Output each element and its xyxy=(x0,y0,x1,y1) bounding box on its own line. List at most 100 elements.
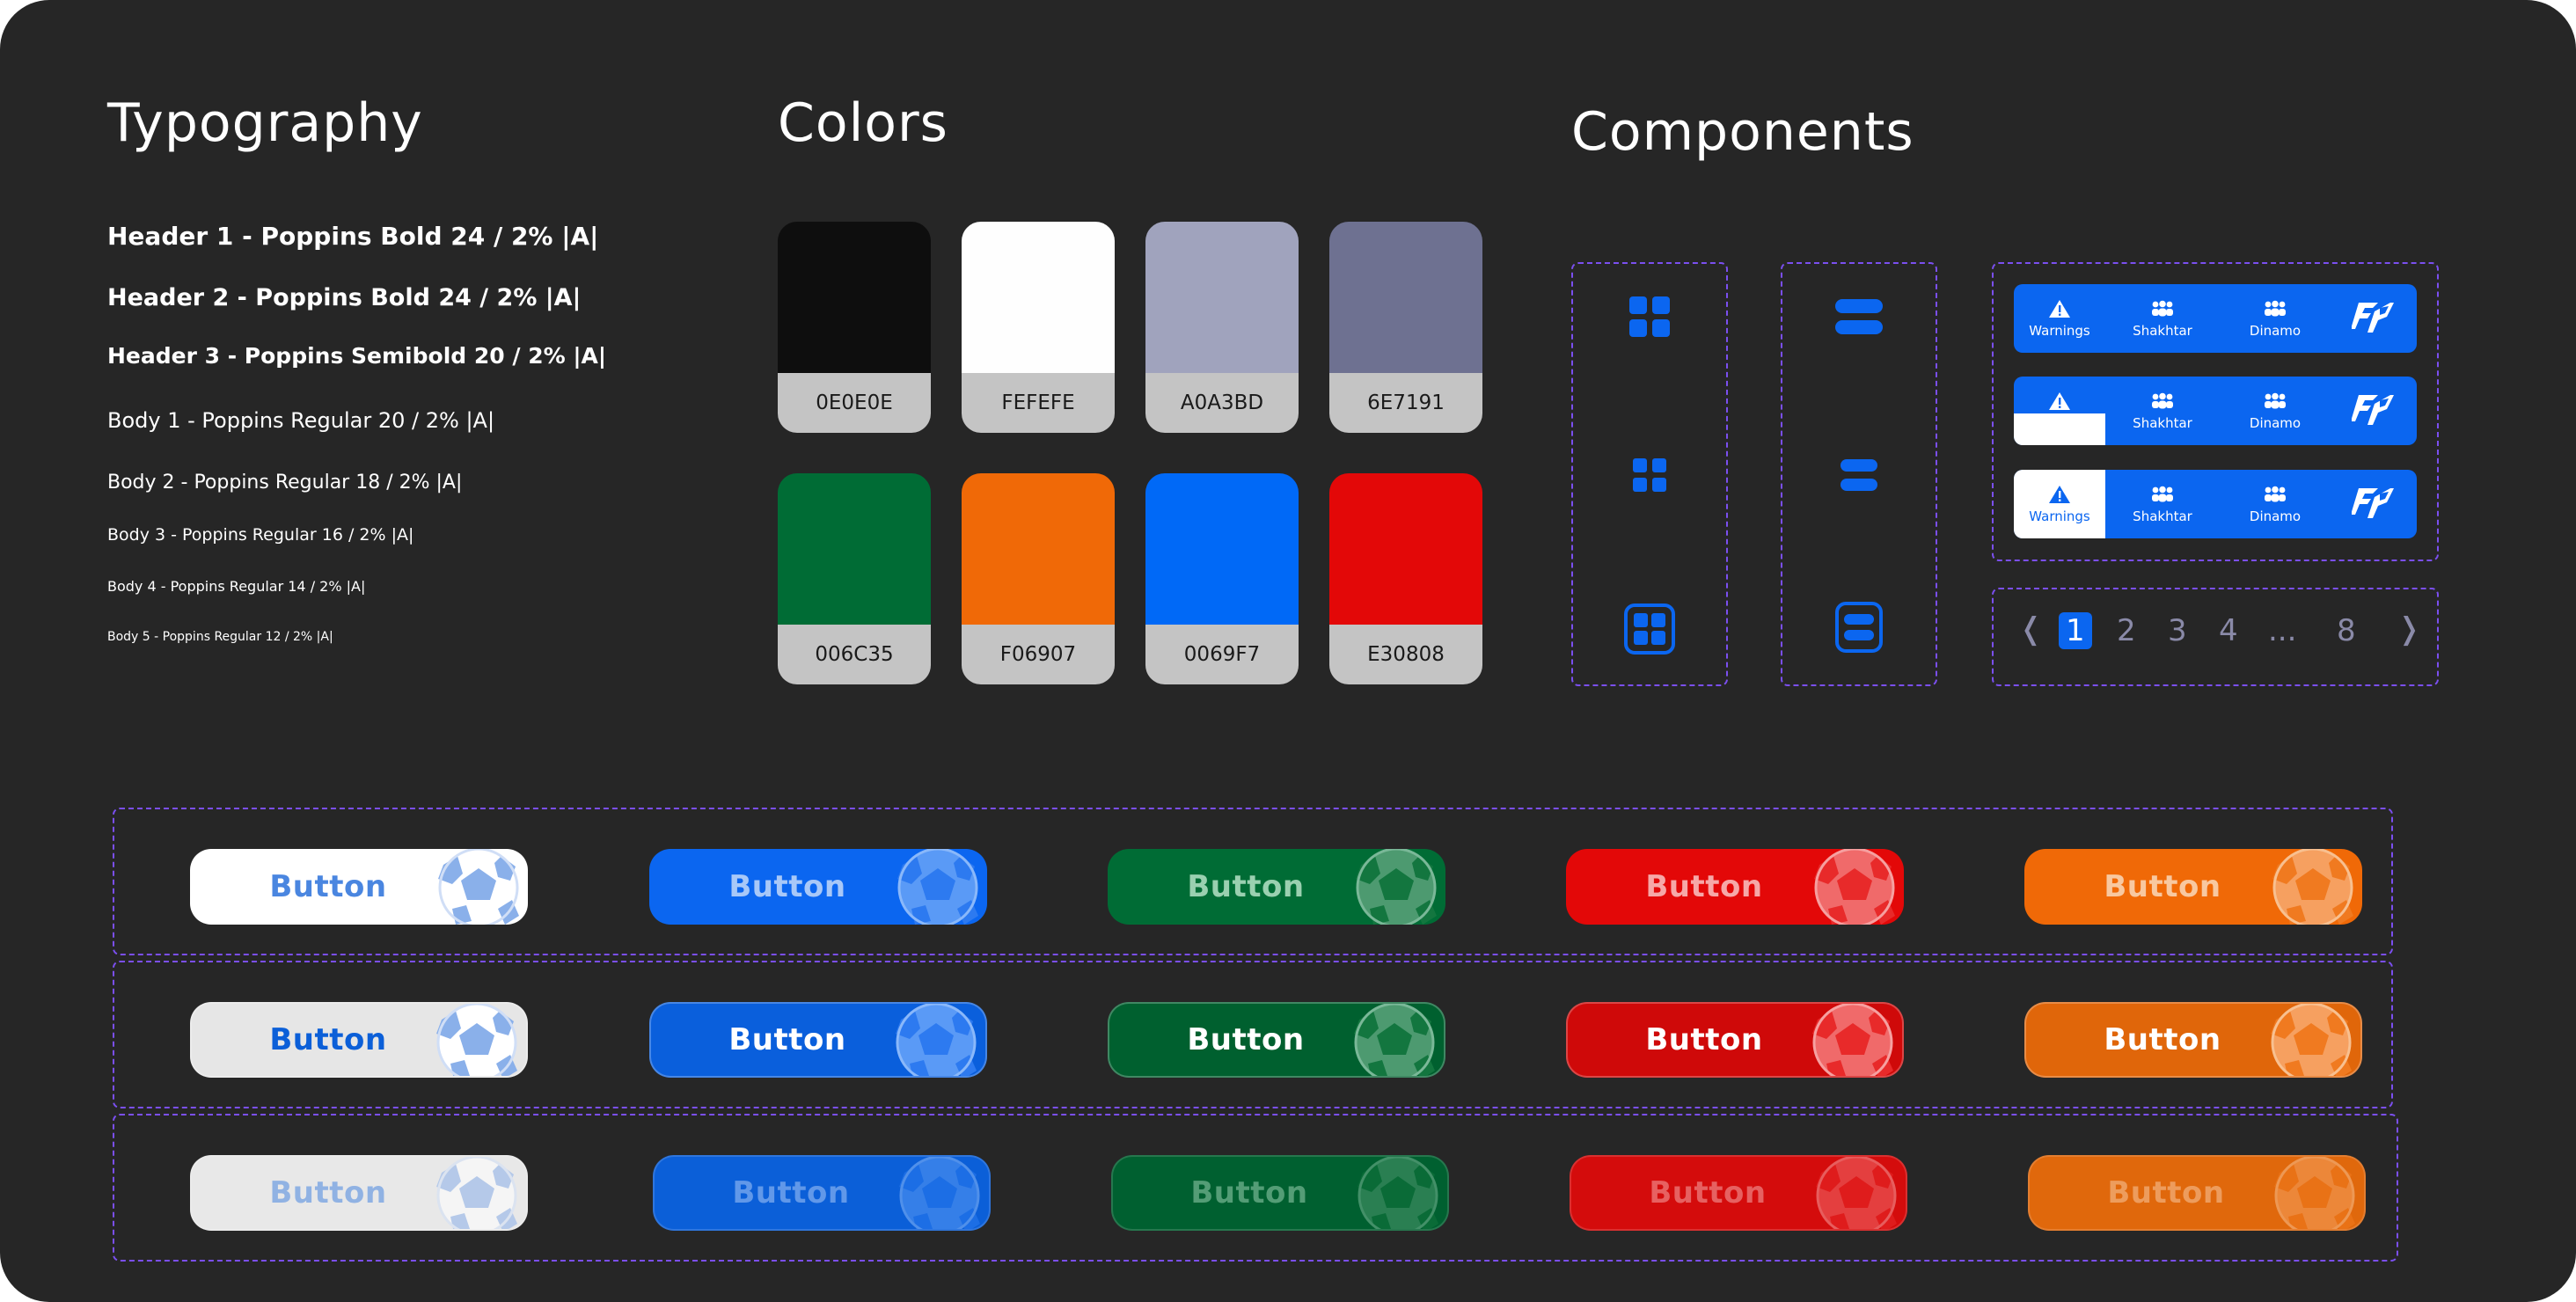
tab-item[interactable]: Shakhtar xyxy=(2105,284,2220,353)
typography-sample: Body 1 - Poppins Regular 20 / 2% |A| xyxy=(107,408,495,433)
tab-item[interactable]: Dinamo xyxy=(2220,470,2331,538)
button-orange-default[interactable]: Button xyxy=(2024,849,2362,925)
color-swatch-fill xyxy=(962,473,1115,625)
grid-icon-active[interactable] xyxy=(1573,598,1726,660)
tab-item[interactable]: Warnings xyxy=(2014,470,2105,538)
color-swatch-label: 0E0E0E xyxy=(778,373,931,433)
grid-icon[interactable] xyxy=(1573,290,1726,343)
tab-label: Dinamo xyxy=(2249,323,2302,339)
fp-logo-icon[interactable] xyxy=(2331,377,2417,445)
tab-item[interactable]: Shakhtar xyxy=(2105,377,2220,445)
tab-label: Shakhtar xyxy=(2133,323,2192,339)
fp-logo-icon[interactable] xyxy=(2331,284,2417,353)
button-label: Button xyxy=(1187,1022,1305,1057)
typography-sample: Body 5 - Poppins Regular 12 / 2% |A| xyxy=(107,630,333,644)
color-swatch-fill xyxy=(1145,473,1299,625)
design-system-board: Typography Colors Components Header 1 - … xyxy=(0,0,2576,1302)
tab-item[interactable]: Dinamo xyxy=(2220,377,2331,445)
pagination: ❬ 1 2 3 4... 8 ❭ xyxy=(1992,588,2439,686)
tab-item[interactable]: Dinamo xyxy=(2220,284,2331,353)
color-swatch: 006C35 xyxy=(778,473,931,684)
button-label: Button xyxy=(1645,869,1763,904)
color-swatch: F06907 xyxy=(962,473,1115,684)
button-label: Button xyxy=(269,1022,387,1057)
color-swatch-fill xyxy=(962,222,1115,373)
typography-heading: Typography xyxy=(107,92,423,154)
button-label: Button xyxy=(1190,1175,1308,1211)
color-swatch-label: 6E7191 xyxy=(1329,373,1482,433)
color-swatch-fill xyxy=(778,473,931,625)
button-label: Button xyxy=(1187,869,1305,904)
team-icon xyxy=(2262,391,2288,412)
button-red-hover[interactable]: Button xyxy=(1566,1002,1904,1078)
pagination-ellipsis: ... xyxy=(2268,613,2297,648)
button-label: Button xyxy=(1649,1175,1767,1211)
grid-icon-small[interactable] xyxy=(1573,449,1726,501)
tab-label: Warnings xyxy=(2029,508,2090,524)
button-blue-disabled[interactable]: Button xyxy=(653,1155,991,1231)
tab-label: Warnings xyxy=(2029,323,2090,339)
button-label: Button xyxy=(269,869,387,904)
tab-item[interactable] xyxy=(2014,377,2105,445)
tab-item[interactable]: Shakhtar xyxy=(2105,470,2220,538)
button-label: Button xyxy=(1645,1022,1763,1057)
tab-label: Shakhtar xyxy=(2133,415,2192,431)
button-red-default[interactable]: Button xyxy=(1566,849,1904,925)
color-swatch: 0069F7 xyxy=(1145,473,1299,684)
typography-sample: Body 2 - Poppins Regular 18 / 2% |A| xyxy=(107,472,463,494)
button-label: Button xyxy=(2107,1175,2225,1211)
warning-icon xyxy=(2048,391,2071,412)
button-white-disabled[interactable]: Button xyxy=(190,1155,528,1231)
page-number-button[interactable]: 8 xyxy=(2337,616,2356,646)
button-label: Button xyxy=(269,1175,387,1211)
typography-sample: Body 3 - Poppins Regular 16 / 2% |A| xyxy=(107,525,414,545)
list-icon-small[interactable] xyxy=(1782,449,1936,501)
color-swatch: FEFEFE xyxy=(962,222,1115,433)
color-swatch-fill xyxy=(1329,222,1482,373)
button-white-hover[interactable]: Button xyxy=(190,1002,528,1078)
color-swatch-label: 006C35 xyxy=(778,625,931,684)
button-blue-hover[interactable]: Button xyxy=(649,1002,987,1078)
tab-label: Dinamo xyxy=(2249,508,2302,524)
color-swatch-label: FEFEFE xyxy=(962,373,1115,433)
page-number-button[interactable]: 4 xyxy=(2219,616,2238,646)
typography-sample: Header 3 - Poppins Semibold 20 / 2% |A| xyxy=(107,343,606,369)
page-number-button[interactable]: 1 xyxy=(2059,612,2092,649)
list-icon-states xyxy=(1781,262,1937,686)
typography-sample: Header 2 - Poppins Bold 24 / 2% |A| xyxy=(107,284,582,311)
next-page-button[interactable]: ❭ xyxy=(2397,614,2422,644)
team-icon xyxy=(2149,298,2176,319)
color-swatch-label: E30808 xyxy=(1329,625,1482,684)
list-icon-active[interactable] xyxy=(1782,596,1936,658)
button-green-disabled[interactable]: Button xyxy=(1111,1155,1449,1231)
color-swatch: A0A3BD xyxy=(1145,222,1299,433)
button-orange-disabled[interactable]: Button xyxy=(2028,1155,2366,1231)
typography-sample: Body 4 - Poppins Regular 14 / 2% |A| xyxy=(107,578,366,595)
page-number-button[interactable]: 2 xyxy=(2117,616,2136,646)
fp-logo-icon[interactable] xyxy=(2331,470,2417,538)
typography-sample: Header 1 - Poppins Bold 24 / 2% |A| xyxy=(107,222,599,251)
button-label: Button xyxy=(2104,1022,2221,1057)
tabbar-selected: Warnings Shakhtar Dinamo xyxy=(2014,470,2417,538)
button-red-disabled[interactable]: Button xyxy=(1570,1155,1907,1231)
button-orange-hover[interactable]: Button xyxy=(2024,1002,2362,1078)
color-swatch-label: F06907 xyxy=(962,625,1115,684)
tab-item[interactable]: Warnings xyxy=(2014,284,2105,353)
color-swatch-fill xyxy=(1329,473,1482,625)
warning-icon xyxy=(2048,484,2071,505)
warning-icon xyxy=(2048,298,2071,319)
button-green-hover[interactable]: Button xyxy=(1108,1002,1445,1078)
button-label: Button xyxy=(732,1175,850,1211)
prev-page-button[interactable]: ❬ xyxy=(2018,614,2044,644)
button-green-default[interactable]: Button xyxy=(1108,849,1445,925)
button-white-default[interactable]: Button xyxy=(190,849,528,925)
team-icon xyxy=(2262,298,2288,319)
color-swatch-fill xyxy=(1145,222,1299,373)
tabbar-hover: Shakhtar Dinamo xyxy=(2014,377,2417,445)
team-icon xyxy=(2149,391,2176,412)
button-blue-default[interactable]: Button xyxy=(649,849,987,925)
button-label: Button xyxy=(2104,869,2221,904)
colors-heading: Colors xyxy=(778,92,948,154)
page-number-button[interactable]: 3 xyxy=(2168,616,2187,646)
list-icon[interactable] xyxy=(1782,290,1936,343)
